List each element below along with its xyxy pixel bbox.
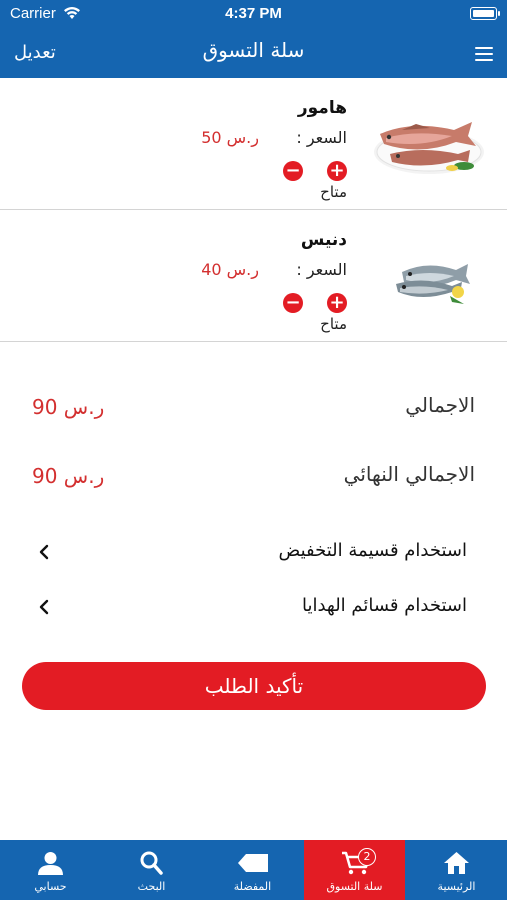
cart-icon	[342, 851, 371, 875]
decrease-quantity-button[interactable]: −	[283, 161, 303, 181]
tab-home[interactable]: الرئيسية	[406, 840, 507, 900]
availability-label: متاح	[320, 315, 347, 333]
menu-icon[interactable]	[475, 47, 493, 61]
item-price: ر.س 40	[201, 260, 259, 279]
tab-account[interactable]: حسابي	[0, 840, 101, 900]
total-value: ر.س 90	[32, 395, 105, 419]
tab-label: سلة التسوق	[326, 880, 383, 893]
cart-item: هامور السعر : ر.س 50 + − متاح	[0, 78, 507, 210]
denis-fish-image	[396, 264, 470, 304]
home-icon	[444, 852, 469, 874]
tab-label: حسابي	[34, 880, 67, 893]
item-name: دنيس	[300, 230, 347, 250]
item-price: ر.س 50	[201, 128, 259, 147]
final-total-label: الاجمالي النهائي	[343, 462, 475, 486]
tab-favorites[interactable]: المفضلة	[202, 840, 303, 900]
total-label: الاجمالي	[405, 393, 475, 417]
decrease-quantity-button[interactable]: −	[283, 293, 303, 313]
tab-label: البحث	[137, 880, 166, 893]
chevron-left-icon	[39, 544, 49, 560]
gift-vouchers-row[interactable]: استخدام قسائم الهدايا	[0, 587, 507, 627]
status-bar: Carrier 4:37 PM	[0, 0, 507, 28]
price-label: السعر :	[296, 128, 347, 147]
clock: 4:37 PM	[225, 5, 282, 22]
cart-item: دنيس السعر : ر.س 40 + − متاح	[0, 210, 507, 342]
item-name: هامور	[297, 98, 347, 118]
battery-icon	[470, 7, 500, 20]
hamour-fish-image	[374, 122, 484, 174]
cart-count-badge: 2	[358, 848, 376, 866]
tab-label: المفضلة	[233, 880, 272, 893]
user-icon	[38, 852, 63, 875]
increase-quantity-button[interactable]: +	[327, 161, 347, 181]
tag-icon	[238, 854, 268, 872]
page-title: سلة التسوق	[202, 38, 305, 62]
increase-quantity-button[interactable]: +	[327, 293, 347, 313]
tab-bar: حسابي البحث المفضلة 2 سلة التسوق الرئيسي…	[0, 840, 507, 900]
price-label: السعر :	[296, 260, 347, 279]
top-bar: Carrier 4:37 PM تعديل سلة التسوق	[0, 0, 507, 78]
search-icon	[140, 851, 163, 875]
discount-coupon-row[interactable]: استخدام قسيمة التخفيض	[0, 532, 507, 572]
confirm-order-button[interactable]: تأكيد الطلب	[22, 662, 486, 710]
discount-coupon-label: استخدام قسيمة التخفيض	[278, 540, 467, 561]
availability-label: متاح	[320, 183, 347, 201]
tab-search[interactable]: البحث	[101, 840, 202, 900]
tab-label: الرئيسية	[437, 880, 476, 893]
battery-fill	[472, 9, 494, 17]
shopping-cart-screen: Carrier 4:37 PM تعديل سلة التسوق هامور ا…	[0, 0, 507, 900]
chevron-left-icon	[39, 599, 49, 615]
gift-vouchers-label: استخدام قسائم الهدايا	[301, 595, 467, 616]
tab-cart[interactable]: 2 سلة التسوق	[304, 840, 405, 900]
final-total-value: ر.س 90	[32, 464, 105, 488]
